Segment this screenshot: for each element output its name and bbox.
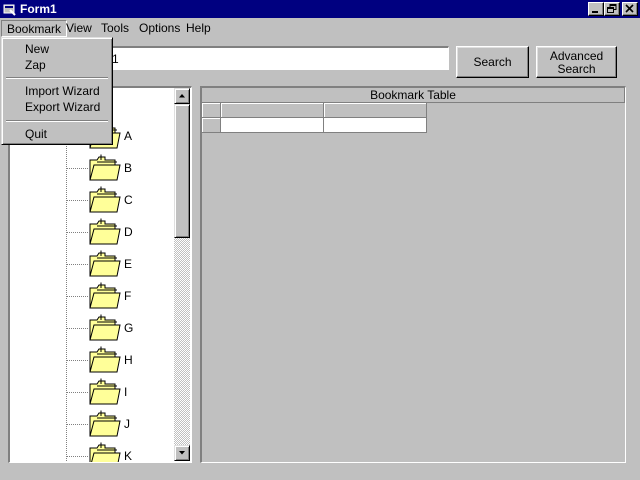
scroll-up-button[interactable] [174, 88, 190, 104]
menu-view[interactable]: View [61, 20, 97, 37]
menu-item-export-wizard[interactable]: Export Wizard [5, 99, 109, 115]
folder-icon [89, 314, 121, 341]
tree-branch-line [66, 168, 88, 169]
tree-item-label: J [124, 417, 130, 431]
table-column-header[interactable] [221, 103, 324, 118]
folder-icon [89, 378, 121, 405]
tree-scrollbar[interactable] [174, 88, 190, 461]
bookmark-menu-dropdown: New Zap Import Wizard Export Wizard Quit [1, 37, 113, 145]
folder-icon [89, 282, 121, 309]
minimize-icon [592, 11, 598, 13]
tree-item[interactable]: J [66, 410, 176, 438]
tree-branch-line [66, 232, 88, 233]
menu-help[interactable]: Help [181, 20, 216, 37]
menu-item-zap[interactable]: Zap [5, 57, 109, 73]
scroll-down-button[interactable] [174, 445, 190, 461]
tree-item[interactable]: H [66, 346, 176, 374]
restore-button[interactable] [604, 2, 620, 16]
arrow-up-icon [179, 94, 185, 98]
folder-icon [89, 410, 121, 437]
arrow-down-icon [179, 451, 185, 455]
window-title: Form1 [20, 2, 57, 16]
menu-item-new[interactable]: New [5, 41, 109, 57]
tree-item[interactable]: F [66, 282, 176, 310]
tree-item-label: F [124, 289, 132, 303]
folder-icon [89, 250, 121, 277]
table-cell[interactable] [324, 118, 427, 133]
table-caption: Bookmark Table [202, 88, 625, 103]
menu-bar: Bookmark View Tools Options Help [0, 18, 640, 38]
tree-item[interactable]: C [66, 186, 176, 214]
title-bar: Form1 [0, 0, 640, 18]
advanced-search-label-line2: Search [557, 62, 596, 76]
table-cell[interactable] [221, 118, 324, 133]
menu-bookmark[interactable]: Bookmark [1, 20, 68, 37]
tree-branch-line [66, 456, 88, 457]
close-button[interactable] [622, 2, 638, 16]
menu-item-quit[interactable]: Quit [5, 126, 109, 142]
tree-item-label: G [124, 321, 134, 335]
tree-item[interactable]: I [66, 378, 176, 406]
tree-branch-line [66, 328, 88, 329]
tree-item-label: I [124, 385, 128, 399]
search-input[interactable] [106, 46, 449, 70]
tree-branch-line [66, 424, 88, 425]
table-row-header[interactable] [202, 118, 221, 133]
search-button[interactable]: Search [456, 46, 529, 78]
tree-branch-line [66, 200, 88, 201]
table-corner-cell[interactable] [202, 103, 221, 118]
tree-item[interactable]: D [66, 218, 176, 246]
menu-separator [6, 77, 108, 79]
menu-item-import-wizard[interactable]: Import Wizard [5, 83, 109, 99]
scroll-thumb[interactable] [174, 104, 190, 238]
table-column-header[interactable] [324, 103, 427, 118]
tree-item[interactable]: K [66, 442, 176, 463]
folder-icon [89, 186, 121, 213]
tree-item[interactable]: B [66, 154, 176, 182]
advanced-search-button[interactable]: Advanced Search [536, 46, 617, 78]
folder-icon [89, 218, 121, 245]
menu-options[interactable]: Options [134, 20, 185, 37]
tree-item[interactable]: E [66, 250, 176, 278]
tree-item-label: A [124, 129, 133, 143]
folder-icon [89, 346, 121, 373]
bookmark-table[interactable]: Bookmark Table [200, 86, 626, 463]
restore-icon [607, 4, 617, 13]
tree-item-label: K [124, 449, 133, 463]
tree-branch-line [66, 296, 88, 297]
tree-branch-line [66, 392, 88, 393]
folder-icon [89, 154, 121, 181]
tree-branch-line [66, 264, 88, 265]
close-icon [625, 4, 634, 13]
tree-branch-line [66, 360, 88, 361]
tree-item-label: B [124, 161, 133, 175]
tree-item-label: D [124, 225, 133, 239]
tree-item-label: E [124, 257, 133, 271]
folder-icon [89, 442, 121, 462]
app-icon [3, 4, 16, 16]
tree-item[interactable]: G [66, 314, 176, 342]
menu-separator [6, 120, 108, 122]
minimize-button[interactable] [588, 2, 604, 16]
tree-item-label: H [124, 353, 133, 367]
tree-item-label: C [124, 193, 133, 207]
menu-tools[interactable]: Tools [96, 20, 134, 37]
